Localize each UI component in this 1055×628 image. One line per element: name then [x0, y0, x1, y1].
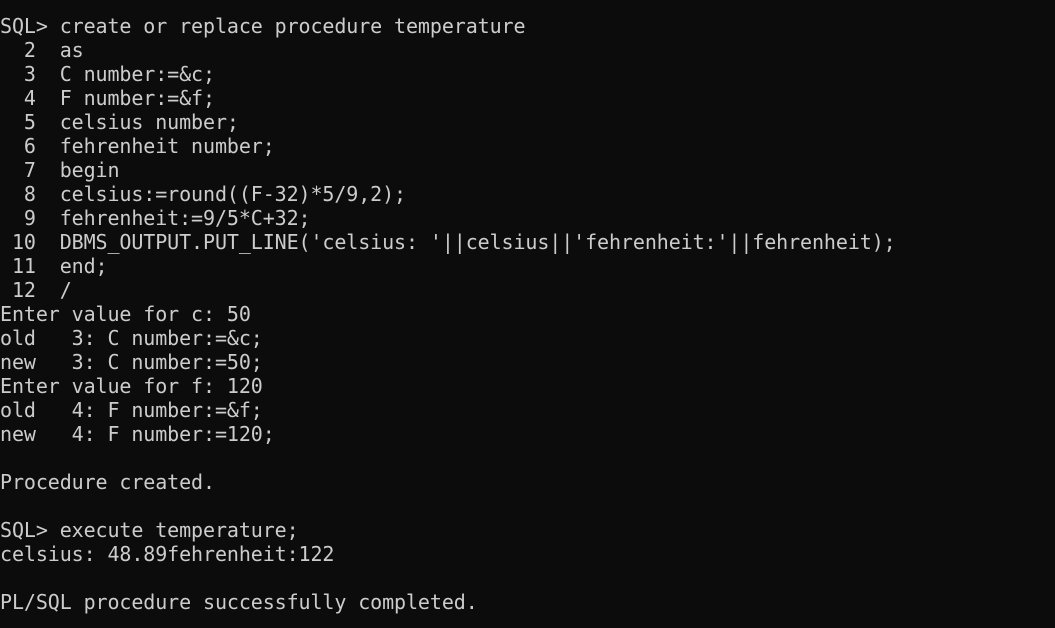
completion-message: PL/SQL procedure successfully completed. — [0, 590, 478, 614]
terminal-window[interactable]: SQL> create or replace procedure tempera… — [0, 14, 1055, 628]
sql-prompt-execute: SQL> execute temperature; — [0, 518, 299, 542]
procedure-created-message: Procedure created. — [0, 470, 215, 494]
code-line-8: 8 celsius:=round((F-32)*5/9,2); — [0, 182, 406, 206]
code-line-4: 4 F number:=&f; — [0, 86, 215, 110]
code-line-7: 7 begin — [0, 158, 120, 182]
code-line-11: 11 end; — [0, 254, 108, 278]
code-line-5: 5 celsius number; — [0, 110, 239, 134]
sql-prompt-create-procedure: SQL> create or replace procedure tempera… — [0, 14, 526, 38]
code-line-10: 10 DBMS_OUTPUT.PUT_LINE('celsius: '||cel… — [0, 230, 896, 254]
prompt-enter-value-f: Enter value for f: 120 — [0, 374, 263, 398]
prompt-enter-value-c: Enter value for c: 50 — [0, 302, 251, 326]
procedure-output: celsius: 48.89fehrenheit:122 — [0, 542, 335, 566]
substitution-old-c: old 3: C number:=&c; — [0, 326, 263, 350]
code-line-12: 12 / — [0, 278, 72, 302]
substitution-new-c: new 3: C number:=50; — [0, 350, 263, 374]
code-line-2: 2 as — [0, 38, 84, 62]
code-line-3: 3 C number:=&c; — [0, 62, 215, 86]
code-line-6: 6 fehrenheit number; — [0, 134, 275, 158]
substitution-new-f: new 4: F number:=120; — [0, 422, 275, 446]
substitution-old-f: old 4: F number:=&f; — [0, 398, 263, 422]
code-line-9: 9 fehrenheit:=9/5*C+32; — [0, 206, 311, 230]
